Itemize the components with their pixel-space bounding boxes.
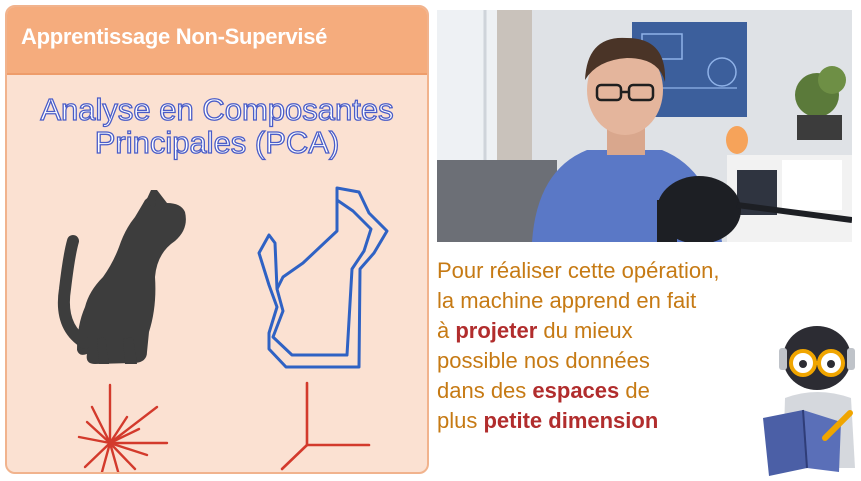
caption-line-3-pre: à <box>437 318 456 343</box>
caption-highlight-espaces: espaces <box>532 378 620 403</box>
presenter-video[interactable] <box>437 10 852 242</box>
many-axes-icon <box>77 383 169 472</box>
caption-line-2: la machine apprend en fait <box>437 288 697 313</box>
three-axes-icon <box>280 381 371 471</box>
caption-line-5-pre: dans des <box>437 378 533 403</box>
caption-line-4: possible nos données <box>437 348 650 373</box>
slide-panel: Apprentissage Non-Supervisé Analyse en C… <box>5 5 429 474</box>
caption-line-3: à projeter du mieux <box>437 316 797 346</box>
caption-line-6: plus petite dimension <box>437 406 797 436</box>
caption-line-3-post: du mieux <box>537 318 633 343</box>
cat-outline-icon <box>257 186 389 369</box>
caption-line-5: dans des espaces de <box>437 376 797 406</box>
slide-illustrations <box>57 186 389 472</box>
caption-line-6-pre: plus <box>437 408 484 433</box>
caption-highlight-petite-dimension: petite dimension <box>483 408 659 433</box>
caption-line-1: Pour réaliser cette opération, <box>437 258 720 283</box>
caption-text: Pour réaliser cette opération, la machin… <box>437 256 797 436</box>
robot-reading-icon <box>763 326 855 476</box>
caption-highlight-projeter: projeter <box>455 318 538 343</box>
caption-line-5-post: de <box>619 378 650 403</box>
presenter-video-frame <box>437 10 852 242</box>
cat-silhouette-icon <box>57 190 186 364</box>
